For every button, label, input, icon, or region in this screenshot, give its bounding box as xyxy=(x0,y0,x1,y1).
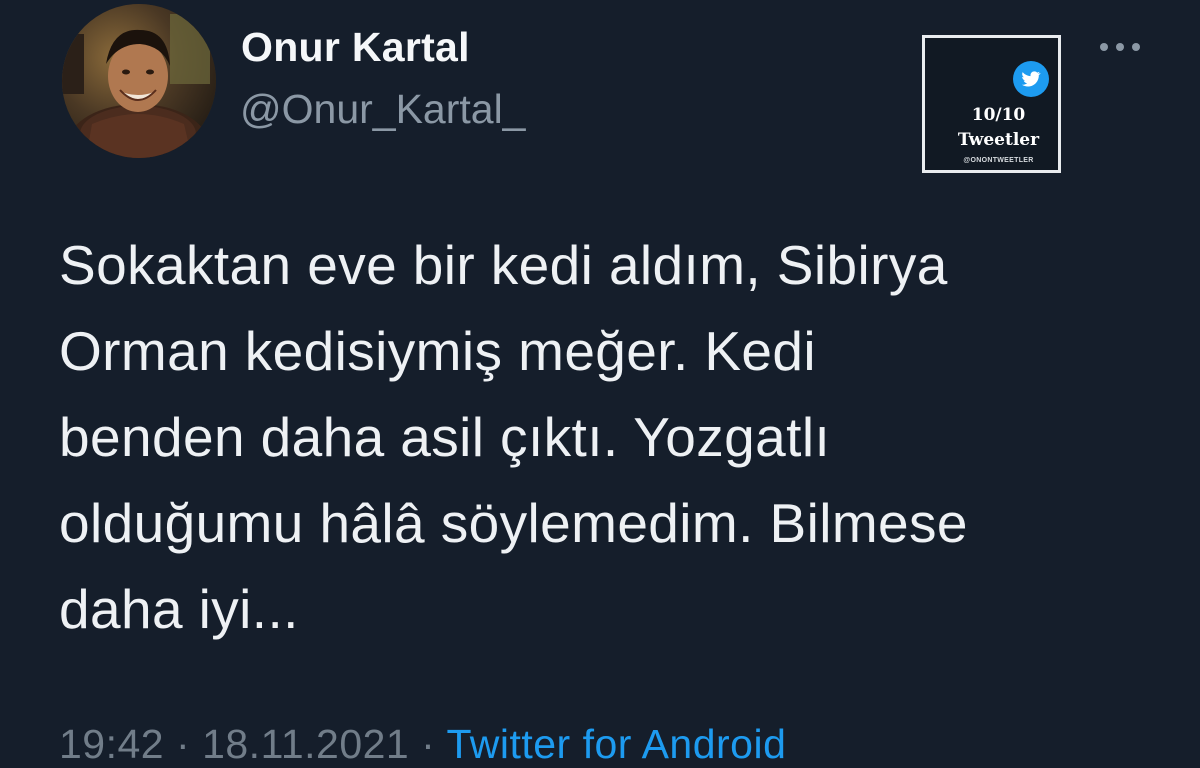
tweet-text: Sokaktan eve bir kedi aldım, Sibirya Orm… xyxy=(59,222,1179,652)
author-handle[interactable]: @Onur_Kartal_ xyxy=(240,86,525,133)
tweet-meta: 19:42 · 18.11.2021 · Twitter for Android xyxy=(59,721,786,768)
twitter-bird-icon xyxy=(1013,61,1049,97)
badge-label: Tweetler xyxy=(957,130,1040,150)
meta-separator: · xyxy=(176,721,191,767)
watermark-badge: 10/10 Tweetler @ONONTWEETLER xyxy=(922,35,1061,173)
tweet-card: Onur Kartal @Onur_Kartal_ 10/10 Tweetler… xyxy=(0,0,1200,768)
tweet-text-line: daha iyi... xyxy=(59,578,299,640)
meta-separator: · xyxy=(421,721,436,767)
tweet-text-line: olduğumu hâlâ söylemedim. Bilmese xyxy=(59,492,968,554)
author-display-name[interactable]: Onur Kartal xyxy=(241,24,470,71)
more-horizontal-icon xyxy=(1100,43,1140,51)
tweet-text-line: benden daha asil çıktı. Yozgatlı xyxy=(59,406,831,468)
tweet-text-line: Sokaktan eve bir kedi aldım, Sibirya xyxy=(59,234,948,296)
badge-handle: @ONONTWEETLER xyxy=(963,157,1034,164)
avatar-photo xyxy=(62,4,216,158)
badge-score: 10/10 xyxy=(971,105,1026,125)
tweet-source-link[interactable]: Twitter for Android xyxy=(446,721,786,767)
tweet-time[interactable]: 19:42 xyxy=(59,721,164,767)
more-options-button[interactable] xyxy=(1090,30,1150,64)
tweet-text-line: Orman kedisiymiş meğer. Kedi xyxy=(59,320,817,382)
tweet-date[interactable]: 18.11.2021 xyxy=(202,721,409,767)
avatar[interactable] xyxy=(62,4,216,158)
